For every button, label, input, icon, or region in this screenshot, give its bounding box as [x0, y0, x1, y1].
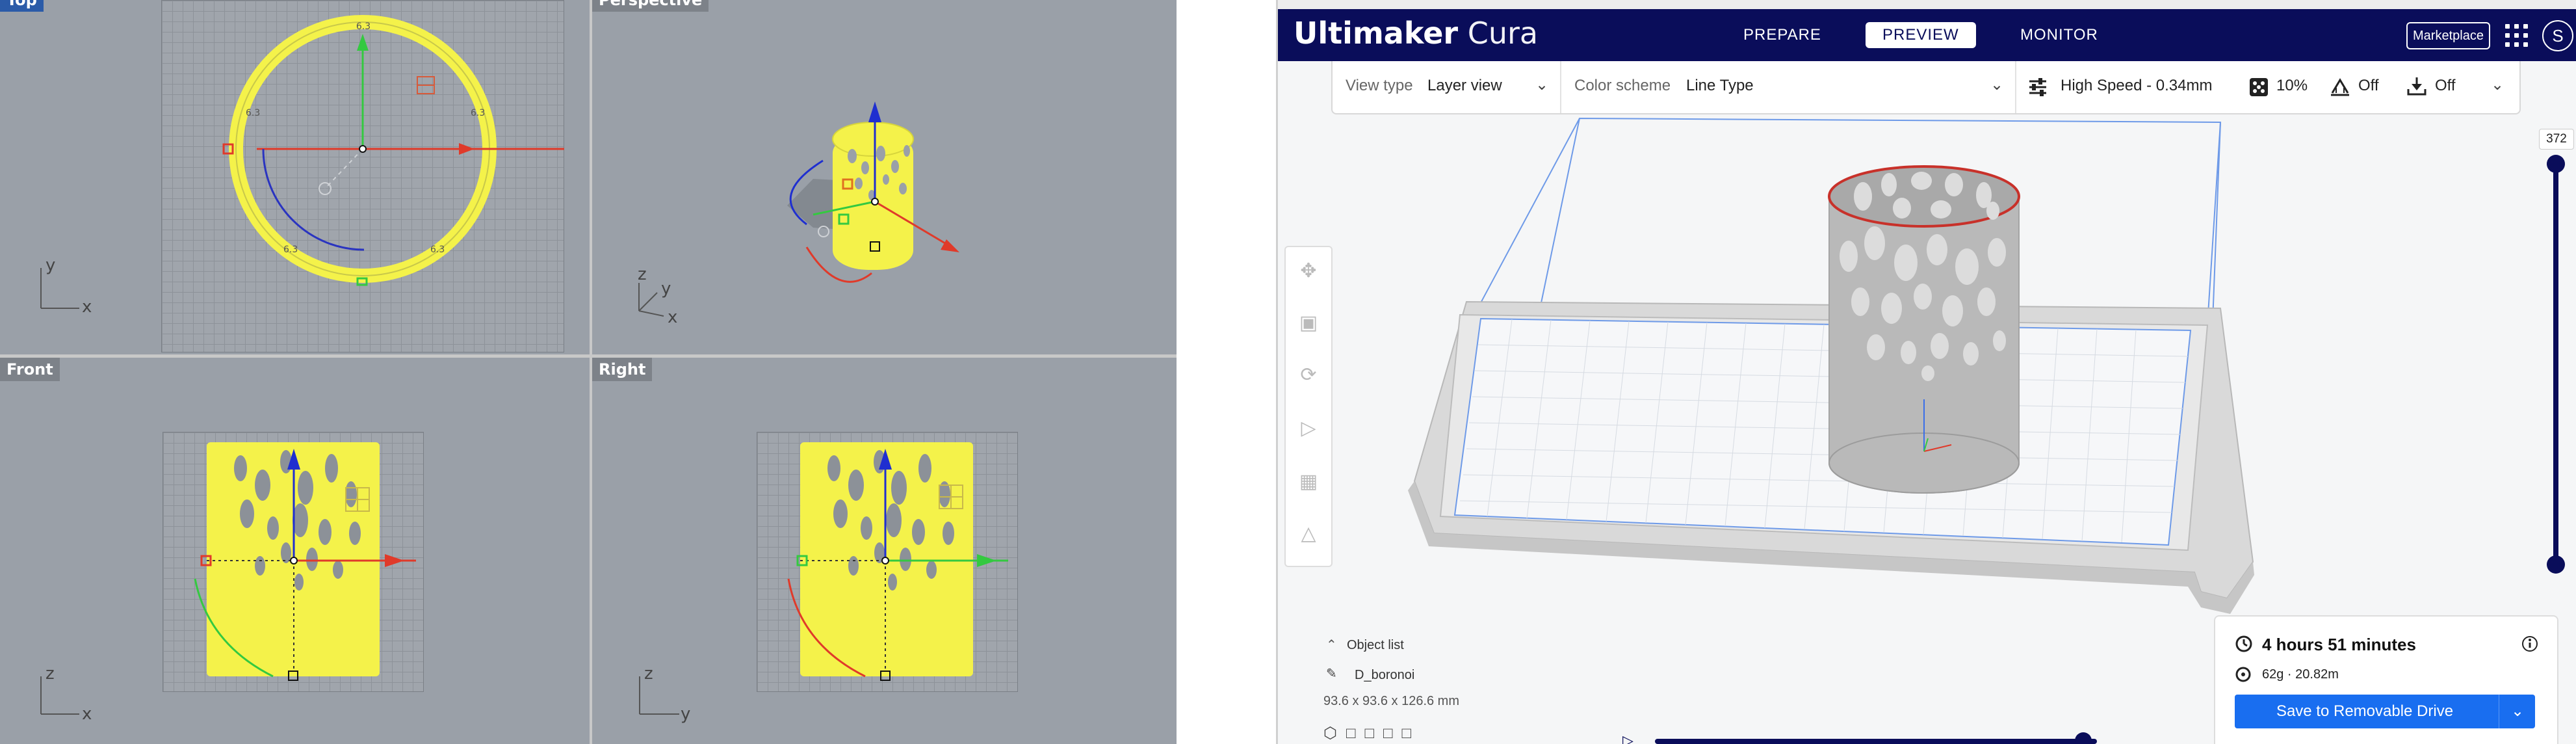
chevron-down-icon[interactable]: ⌄: [1990, 75, 2003, 94]
rotate-icon[interactable]: ⟳: [1297, 364, 1320, 386]
ring-label: 6.3: [356, 21, 371, 32]
viewport-right[interactable]: z y Right: [592, 358, 1177, 744]
adhesion-value[interactable]: Off: [2435, 77, 2456, 95]
axis-label-y: y: [661, 279, 671, 299]
material-usage: 62g · 20.82m: [2262, 667, 2339, 682]
boronoi-model: [1828, 165, 2020, 494]
axis-label-x: x: [668, 308, 677, 327]
stage-prepare[interactable]: PREPARE: [1726, 22, 1838, 48]
camera-view-icons[interactable]: ⬡□□□□: [1323, 724, 1420, 743]
simulation-track[interactable]: [1655, 739, 2097, 744]
ring-label: 6.3: [283, 245, 298, 255]
ring-label: 6.3: [246, 108, 260, 118]
object-name[interactable]: D_boronoi: [1355, 668, 1414, 683]
object-list-header[interactable]: Object list: [1347, 638, 1404, 653]
ring-label: 6.3: [430, 245, 445, 255]
object-dimensions: 93.6 x 93.6 x 126.6 mm: [1323, 694, 1460, 708]
viewport-title-top[interactable]: Top: [0, 0, 44, 12]
viewport-top[interactable]: 6.3 6.3 6.3 6.3 6.3 y x Top: [0, 0, 590, 354]
view-type-select[interactable]: Layer view: [1427, 77, 1502, 95]
tool-sidebar: ✥ ▣ ⟳ ▷ ▦ △: [1284, 246, 1333, 567]
front-view-drawing: z x: [40, 442, 416, 724]
layer-slider-track[interactable]: [2553, 164, 2558, 565]
window-strip: [1278, 0, 2576, 9]
chevron-down-icon[interactable]: ⌄: [2499, 695, 2536, 728]
layer-slider-top-handle[interactable]: [2547, 155, 2565, 173]
marketplace-button[interactable]: Marketplace: [2406, 22, 2490, 49]
cura-header: Ultimaker Cura PREPARE PREVIEW MONITOR M…: [1278, 9, 2576, 61]
cura-window: Ultimaker Cura PREPARE PREVIEW MONITOR M…: [1276, 0, 2576, 744]
axis-label-z: z: [644, 664, 653, 684]
save-to-removable-drive-button[interactable]: Save to Removable Drive ⌄: [2235, 695, 2535, 728]
mirror-icon[interactable]: ▷: [1297, 418, 1320, 440]
view-toolbar: View type Layer view ⌄ Color scheme Line…: [1331, 61, 2521, 114]
filament-icon: [2235, 667, 2251, 682]
infill-value[interactable]: 10%: [2276, 77, 2308, 95]
infill-icon: [2250, 78, 2268, 96]
support-blocker-icon[interactable]: △: [1297, 523, 1320, 545]
axis-label-y: y: [681, 704, 690, 724]
print-profile[interactable]: High Speed - 0.34mm: [2061, 77, 2212, 95]
top-view-drawing: 6.3 6.3 6.3 6.3 6.3 y x: [40, 15, 564, 317]
chevron-down-icon[interactable]: ⌄: [2491, 75, 2504, 94]
sliders-icon: [2029, 78, 2046, 96]
ring-label: 6.3: [471, 108, 485, 118]
axis-label-z: z: [46, 664, 55, 684]
viewport-perspective[interactable]: z y x Perspective: [592, 0, 1177, 354]
chevron-up-icon[interactable]: ⌃: [1326, 637, 1337, 653]
viewport-front[interactable]: z x Front: [0, 358, 590, 744]
color-scheme-select[interactable]: Line Type: [1686, 77, 1754, 95]
perspective-drawing: z y x: [638, 101, 959, 327]
info-icon[interactable]: [2521, 635, 2539, 653]
stage-preview[interactable]: PREVIEW: [1866, 22, 1976, 48]
clock-icon: [2235, 635, 2252, 652]
right-view-drawing: z y: [639, 442, 1008, 724]
axis-label-y: y: [46, 256, 55, 275]
viewport-title-front[interactable]: Front: [0, 358, 60, 381]
axis-label-z: z: [638, 265, 647, 284]
support-icon: [2331, 78, 2349, 96]
axis-label-x: x: [82, 297, 92, 317]
print-time: 4 hours 51 minutes: [2262, 635, 2416, 654]
rhino-viewports: 6.3 6.3 6.3 6.3 6.3 y x Top z y x Perspe…: [0, 0, 1177, 744]
layer-slider-bottom-handle[interactable]: [2547, 555, 2565, 574]
chevron-down-icon[interactable]: ⌄: [1535, 75, 1548, 94]
app-logo: Ultimaker Cura: [1294, 16, 1539, 51]
pencil-icon[interactable]: ✎: [1326, 665, 1337, 682]
axis-label-x: x: [82, 704, 92, 724]
view-type-label: View type: [1346, 77, 1413, 94]
apps-grid-icon[interactable]: [2505, 24, 2529, 47]
color-scheme-label: Color scheme: [1574, 77, 1671, 94]
gumball-origin: [359, 145, 367, 153]
account-avatar[interactable]: S: [2542, 20, 2573, 51]
layer-number[interactable]: 372: [2539, 129, 2574, 150]
viewport-title-perspective[interactable]: Perspective: [592, 0, 709, 12]
print-summary-panel: 4 hours 51 minutes 62g · 20.82m Save to …: [2214, 615, 2558, 744]
support-value[interactable]: Off: [2358, 77, 2379, 95]
move-icon[interactable]: ✥: [1297, 260, 1320, 282]
adhesion-icon: [2407, 77, 2426, 96]
per-model-settings-icon[interactable]: ▦: [1297, 471, 1320, 493]
viewport-title-right[interactable]: Right: [592, 358, 653, 381]
stage-monitor[interactable]: MONITOR: [2003, 22, 2115, 48]
desktop-gap: [1177, 0, 1276, 744]
scale-icon[interactable]: ▣: [1297, 312, 1320, 334]
play-icon[interactable]: ▷: [1622, 732, 1637, 744]
